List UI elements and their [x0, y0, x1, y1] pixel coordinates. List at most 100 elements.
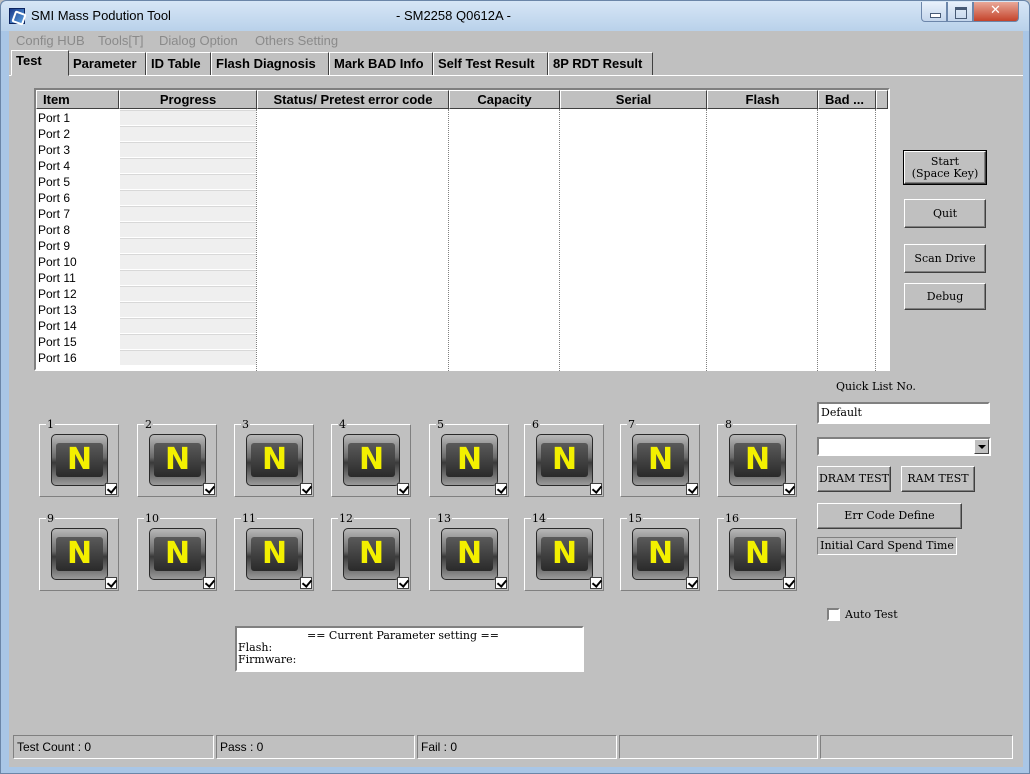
- close-button[interactable]: [973, 2, 1019, 22]
- slot-enable-checkbox[interactable]: [203, 577, 215, 589]
- maximize-button[interactable]: [947, 2, 973, 22]
- drive-status-screen: N: [56, 443, 103, 477]
- port-slot[interactable]: 3N: [234, 419, 314, 497]
- slot-status-letter: N: [456, 442, 483, 477]
- tab-parameter[interactable]: Parameter: [68, 52, 146, 75]
- list-item[interactable]: Port 10: [38, 254, 77, 270]
- column-progress[interactable]: Progress: [119, 90, 257, 109]
- list-item[interactable]: Port 9: [38, 238, 70, 254]
- slot-enable-checkbox[interactable]: [686, 577, 698, 589]
- slot-enable-checkbox[interactable]: [686, 483, 698, 495]
- slot-enable-checkbox[interactable]: [590, 483, 602, 495]
- port-slot[interactable]: 4N: [331, 419, 411, 497]
- slot-number: 4: [338, 418, 347, 431]
- menu-dialog-option[interactable]: Dialog Option: [159, 33, 238, 48]
- drive-status-screen: N: [734, 537, 781, 571]
- menu-tools[interactable]: Tools[T]: [98, 33, 144, 48]
- list-item[interactable]: Port 15: [38, 334, 77, 350]
- list-item[interactable]: Port 14: [38, 318, 77, 334]
- list-item[interactable]: Port 4: [38, 158, 70, 174]
- slot-enable-checkbox[interactable]: [397, 577, 409, 589]
- menu-config-hub[interactable]: Config HUB: [16, 33, 85, 48]
- slot-enable-checkbox[interactable]: [783, 577, 795, 589]
- column-flash[interactable]: Flash: [707, 90, 818, 109]
- progress-bar: [120, 126, 256, 141]
- list-item[interactable]: Port 11: [38, 270, 76, 286]
- slot-enable-checkbox[interactable]: [300, 483, 312, 495]
- slot-enable-checkbox[interactable]: [590, 577, 602, 589]
- column-divider: [817, 109, 818, 371]
- port-slot[interactable]: 16 N: [717, 513, 797, 591]
- slot-number: 7: [627, 418, 636, 431]
- slot-enable-checkbox[interactable]: [495, 483, 507, 495]
- list-item[interactable]: Port 6: [38, 190, 70, 206]
- port-slot[interactable]: 5N: [429, 419, 509, 497]
- scan-drive-button[interactable]: Scan Drive: [904, 244, 986, 273]
- column-bad[interactable]: Bad ...: [818, 90, 876, 109]
- slot-status-letter: N: [261, 536, 288, 571]
- port-slot[interactable]: 15 N: [620, 513, 700, 591]
- tab-flash-diagnosis[interactable]: Flash Diagnosis: [211, 52, 329, 75]
- drive-status-screen: N: [541, 443, 588, 477]
- list-item[interactable]: Port 7: [38, 206, 70, 222]
- list-item[interactable]: Port 3: [38, 142, 70, 158]
- port-slot[interactable]: 6N: [524, 419, 604, 497]
- port-slot[interactable]: 8N: [717, 419, 797, 497]
- minimize-button[interactable]: [921, 2, 947, 22]
- slot-enable-checkbox[interactable]: [300, 577, 312, 589]
- tab-test[interactable]: Test: [11, 50, 69, 76]
- port-slot[interactable]: 10 N: [137, 513, 217, 591]
- slot-enable-checkbox[interactable]: [495, 577, 507, 589]
- port-list[interactable]: Item Progress Status/ Pretest error code…: [34, 88, 890, 371]
- port-slot[interactable]: 12 N: [331, 513, 411, 591]
- port-slot[interactable]: 11 N: [234, 513, 314, 591]
- title-bar[interactable]: SMI Mass Podution Tool - SM2258 Q0612A -: [1, 1, 1029, 31]
- column-divider: [706, 109, 707, 371]
- drive-status-icon: N: [632, 528, 689, 580]
- list-item[interactable]: Port 13: [38, 302, 77, 318]
- slot-enable-checkbox[interactable]: [105, 577, 117, 589]
- column-divider: [559, 109, 560, 371]
- slot-number: 6: [531, 418, 540, 431]
- column-extra[interactable]: [876, 90, 888, 109]
- tab-id-table[interactable]: ID Table: [146, 52, 211, 75]
- chevron-down-icon[interactable]: [974, 439, 989, 454]
- list-item[interactable]: Port 1: [38, 110, 70, 126]
- port-slot[interactable]: 1N: [39, 419, 119, 497]
- port-slot[interactable]: 7N: [620, 419, 700, 497]
- start-button[interactable]: Start (Space Key): [903, 150, 987, 185]
- list-item[interactable]: Port 8: [38, 222, 70, 238]
- menu-others-setting[interactable]: Others Setting: [255, 33, 338, 48]
- column-item[interactable]: Item: [36, 90, 119, 109]
- list-item[interactable]: Port 16: [38, 350, 77, 366]
- list-item[interactable]: Port 2: [38, 126, 70, 142]
- auto-test-checkbox[interactable]: [827, 608, 840, 621]
- port-slot[interactable]: 2N: [137, 419, 217, 497]
- port-slot[interactable]: 13 N: [429, 513, 509, 591]
- tab-self-test-result[interactable]: Self Test Result: [433, 52, 548, 75]
- column-status[interactable]: Status/ Pretest error code: [257, 90, 449, 109]
- err-code-define-button[interactable]: Err Code Define: [817, 503, 962, 529]
- port-slot[interactable]: 9N: [39, 513, 119, 591]
- status-cell-4: [619, 735, 818, 759]
- column-serial[interactable]: Serial: [560, 90, 707, 109]
- quick-list-input[interactable]: Default: [817, 402, 990, 424]
- tab-8p-rdt-result[interactable]: 8P RDT Result: [548, 52, 653, 75]
- slot-enable-checkbox[interactable]: [203, 483, 215, 495]
- port-slot[interactable]: 14 N: [524, 513, 604, 591]
- column-capacity[interactable]: Capacity: [449, 90, 560, 109]
- slot-enable-checkbox[interactable]: [783, 483, 795, 495]
- list-item[interactable]: Port 12: [38, 286, 77, 302]
- quit-button[interactable]: Quit: [904, 199, 986, 228]
- status-cell-5: [820, 735, 1013, 759]
- slot-enable-checkbox[interactable]: [105, 483, 117, 495]
- list-item[interactable]: Port 5: [38, 174, 70, 190]
- slot-enable-checkbox[interactable]: [397, 483, 409, 495]
- dram-test-button[interactable]: DRAM TEST: [817, 466, 891, 492]
- ram-test-button[interactable]: RAM TEST: [901, 466, 975, 492]
- debug-button[interactable]: Debug: [904, 283, 986, 310]
- drive-status-icon: N: [536, 434, 593, 486]
- quick-list-combo[interactable]: [817, 437, 991, 456]
- drive-status-screen: N: [637, 443, 684, 477]
- tab-mark-bad-info[interactable]: Mark BAD Info: [329, 52, 433, 75]
